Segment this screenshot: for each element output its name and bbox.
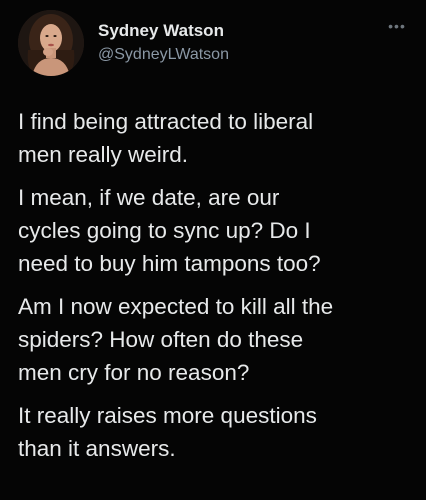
tweet-paragraph: Am I now expected to kill all the spider… <box>18 294 334 385</box>
tweet-card: Sydney Watson @SydneyLWatson ••• I find … <box>0 0 426 500</box>
tweet-paragraph: It really raises more questions than it … <box>18 403 317 461</box>
tweet-text: I find being attracted to liberal men re… <box>18 105 414 475</box>
author-handle[interactable]: @SydneyLWatson <box>98 44 229 66</box>
tweet-header: Sydney Watson @SydneyLWatson ••• <box>18 10 408 80</box>
profile-photo-icon <box>18 10 84 76</box>
tweet-paragraph: I find being attracted to liberal men re… <box>18 109 314 167</box>
author-block: Sydney Watson @SydneyLWatson <box>98 20 229 66</box>
avatar[interactable] <box>18 10 84 76</box>
author-display-name[interactable]: Sydney Watson <box>98 20 229 42</box>
tweet-paragraph: I mean, if we date, are our cycles going… <box>18 185 321 276</box>
ellipsis-icon[interactable]: ••• <box>386 18 408 34</box>
